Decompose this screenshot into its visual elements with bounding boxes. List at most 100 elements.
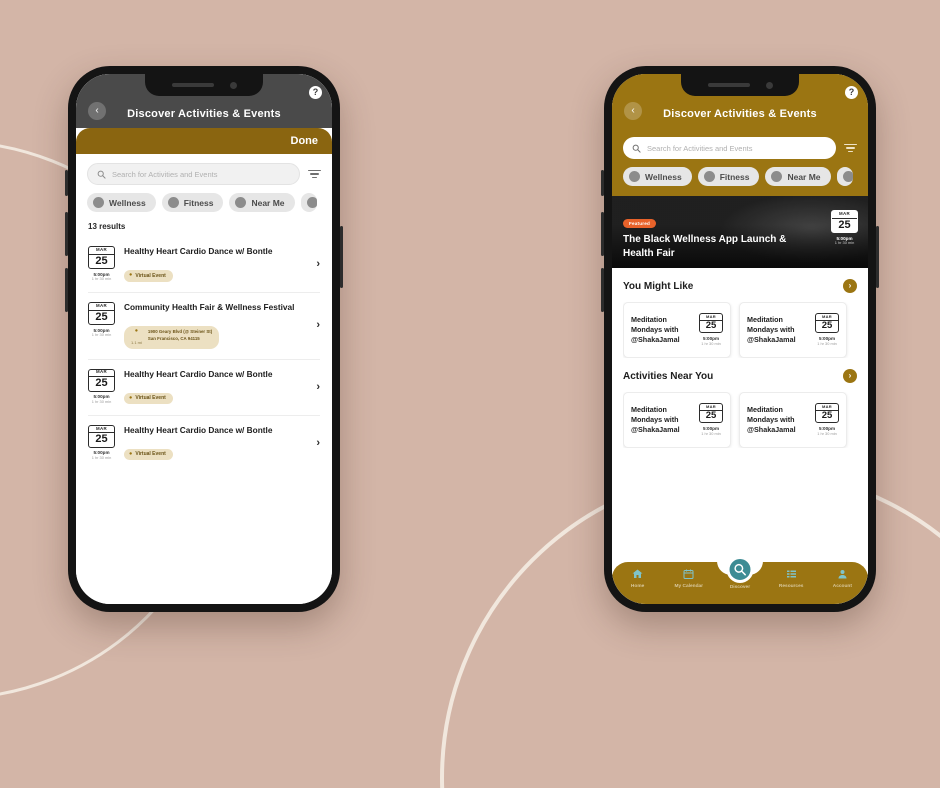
list-icon: [785, 568, 798, 582]
date-day: 25: [95, 254, 108, 267]
calendar-icon: MAR 25: [831, 210, 858, 233]
calendar-icon: MAR 25: [815, 403, 839, 424]
date-day: 25: [705, 410, 717, 422]
chip-label: Wellness: [109, 197, 146, 208]
event-body: Healthy Heart Cardio Dance w/ Bontle ● V…: [124, 425, 307, 461]
location-pin-icon: ●: [129, 450, 133, 457]
nav-label: Home: [630, 584, 645, 589]
help-icon[interactable]: ?: [309, 86, 322, 99]
date-month: MAR: [89, 247, 114, 255]
filter-chip-fitness[interactable]: Fitness: [697, 167, 760, 186]
results-count: 13 results: [88, 222, 126, 231]
back-button[interactable]: ‹: [88, 102, 106, 120]
location-pin-icon: ●: [129, 272, 133, 279]
section-title: You Might Like: [623, 280, 694, 292]
date-month: MAR: [89, 426, 114, 434]
filter-chip-overflow[interactable]: [300, 193, 317, 212]
event-duration: 1 hr 30 min: [817, 430, 837, 436]
list-item[interactable]: MAR 25 5:00pm 1 hr 30 min Healthy Heart …: [88, 416, 320, 471]
list-item[interactable]: MAR 25 5:00pm 1 hr 30 min Healthy Heart …: [88, 360, 320, 416]
phone-volume-up-button: [65, 212, 68, 256]
section-title: Activities Near You: [623, 370, 714, 382]
filter-chip-near-me[interactable]: Near Me: [229, 193, 295, 212]
calendar-icon: [682, 568, 695, 582]
event-duration: 1 hr 30 min: [91, 454, 112, 460]
filter-chip-wellness[interactable]: Wellness: [623, 167, 692, 186]
filter-chip-row[interactable]: Wellness Fitness Near Me: [612, 159, 868, 186]
calendar-icon: MAR 25: [699, 313, 723, 334]
nav-label: Resources: [778, 584, 804, 589]
nav-item-my-calendar[interactable]: My Calendar: [668, 568, 710, 589]
event-title: Community Health Fair & Wellness Festiva…: [124, 302, 295, 313]
phone-volume-up-button: [601, 212, 604, 256]
chip-label: Wellness: [645, 171, 682, 182]
address-lines: 1900 Geary Blvd (@ Steiner St) San Franc…: [148, 329, 212, 342]
list-item[interactable]: Meditation Mondays with @ShakaJamal MAR …: [623, 302, 731, 358]
status-badge: ● Virtual Event: [124, 270, 173, 282]
event-list: MAR 25 5:00pm 1 hr 30 min Healthy Heart …: [76, 237, 332, 471]
done-bar: Done: [76, 128, 332, 154]
chip-dot-icon: [235, 197, 247, 208]
person-icon: [836, 568, 849, 582]
badge-label: Virtual Event: [135, 272, 166, 279]
chevron-right-icon[interactable]: ›: [316, 381, 320, 393]
nav-label: My Calendar: [674, 584, 704, 589]
chevron-right-icon[interactable]: ›: [316, 437, 320, 449]
chevron-right-icon[interactable]: ›: [316, 319, 320, 331]
filter-chip-near-me[interactable]: Near Me: [765, 167, 831, 186]
event-date-badge: MAR 25 5:00pm 1 hr 30 min: [88, 246, 115, 282]
back-button[interactable]: ‹: [624, 102, 642, 120]
hero-date-badge: MAR 25 5:00pm 1 hr 30 min: [831, 210, 858, 246]
nav-item-home[interactable]: Home: [617, 568, 659, 589]
search-input[interactable]: Search for Activities and Events: [623, 137, 836, 159]
list-item[interactable]: MAR 25 5:00pm 1 hr 30 min Healthy Heart …: [88, 237, 320, 294]
section-header: Activities Near You ›: [623, 369, 857, 383]
phone-volume-down-button: [601, 268, 604, 312]
calendar-icon: MAR 25: [815, 313, 839, 334]
date-day: 25: [95, 310, 108, 323]
card-carousel[interactable]: Meditation Mondays with @ShakaJamal MAR …: [623, 302, 857, 358]
featured-event-banner[interactable]: Featured The Black Wellness App Launch &…: [612, 196, 868, 268]
list-item[interactable]: Meditation Mondays with @ShakaJamal MAR …: [623, 392, 731, 448]
event-duration: 1 hr 30 min: [91, 276, 112, 282]
event-date-badge: MAR 25 5:00pm 1 hr 30 min: [815, 403, 839, 436]
filter-chip-row[interactable]: Wellness Fitness Near Me: [76, 185, 332, 212]
card-carousel[interactable]: Meditation Mondays with @ShakaJamal MAR …: [623, 392, 857, 448]
card-title: Meditation Mondays with @ShakaJamal: [631, 404, 680, 435]
nav-item-account[interactable]: Account: [821, 568, 863, 589]
done-button[interactable]: Done: [291, 135, 319, 147]
chevron-right-circle-icon[interactable]: ›: [843, 279, 857, 293]
search-row: Search for Activities and Events: [612, 128, 868, 159]
chip-dot-icon: [93, 197, 104, 208]
search-icon: [726, 556, 754, 583]
bottom-navigation-bar[interactable]: Home My Calendar Discover Resources Acco…: [612, 556, 868, 604]
list-item[interactable]: Meditation Mondays with @ShakaJamal MAR …: [739, 392, 847, 448]
date-day: 25: [838, 218, 851, 231]
filter-chip-fitness[interactable]: Fitness: [161, 193, 224, 212]
filter-icon[interactable]: [844, 143, 857, 153]
list-item[interactable]: MAR 25 5:00pm 1 hr 30 min Community Heal…: [88, 293, 320, 360]
chip-dot-icon: [167, 197, 179, 208]
filter-chip-overflow[interactable]: [836, 167, 853, 186]
event-distance: 1.1 mi: [131, 339, 142, 345]
filter-icon[interactable]: [308, 169, 321, 179]
hero-content: Featured The Black Wellness App Launch &…: [623, 212, 814, 260]
chip-label: Near Me: [251, 197, 285, 208]
chevron-right-icon[interactable]: ›: [316, 258, 320, 270]
nav-label: Account: [832, 584, 852, 589]
card-title: Meditation Mondays with @ShakaJamal: [747, 314, 796, 345]
list-item[interactable]: Meditation Mondays with @ShakaJamal MAR …: [739, 302, 847, 358]
search-input[interactable]: Search for Activities and Events: [87, 163, 300, 185]
card-title: Meditation Mondays with @ShakaJamal: [631, 314, 680, 345]
calendar-icon: MAR 25: [88, 302, 115, 326]
status-badge: ● Virtual Event: [124, 392, 173, 405]
card-title: Meditation Mondays with @ShakaJamal: [747, 404, 796, 435]
location-pin-icon: ●: [134, 328, 139, 335]
front-camera-icon: [229, 81, 237, 89]
nav-item-resources[interactable]: Resources: [770, 568, 812, 589]
help-icon[interactable]: ?: [845, 86, 858, 99]
chevron-right-circle-icon[interactable]: ›: [843, 369, 857, 383]
filter-chip-wellness[interactable]: Wellness: [87, 193, 156, 212]
nav-item-discover[interactable]: Discover: [719, 556, 761, 590]
event-duration: 1 hr 30 min: [701, 340, 721, 346]
